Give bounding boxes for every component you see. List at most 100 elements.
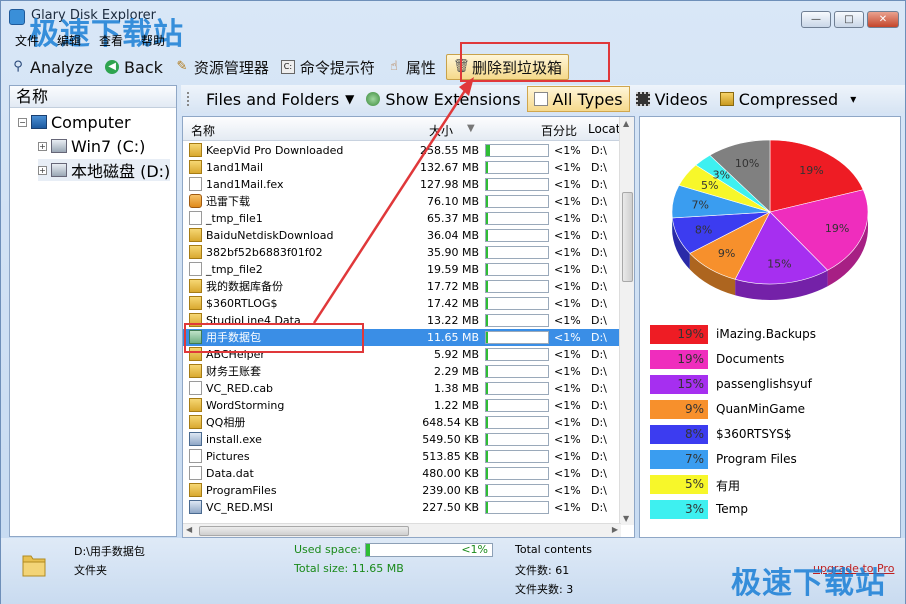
delete-to-trash-button[interactable]: 🗑 删除到垃圾箱 (445, 54, 569, 80)
table-row[interactable]: 迅雷下载 76.10 MB <1% D:\ (183, 193, 621, 210)
menu-file[interactable]: 文件 (15, 32, 39, 50)
table-row[interactable]: 1and1Mail 132.67 MB <1% D:\ (183, 159, 621, 176)
percent-bar (485, 263, 549, 276)
pie-slice-label: 8% (695, 224, 712, 237)
table-row[interactable]: QQ相册 648.54 KB <1% D:\ (183, 414, 621, 431)
drive-icon (51, 139, 67, 153)
legend-swatch: 3% (650, 500, 708, 519)
percent-bar-fill (486, 468, 488, 479)
table-row[interactable]: VC_RED.MSI 227.50 KB <1% D:\ (183, 499, 621, 516)
table-row[interactable]: 财务王账套 2.29 MB <1% D:\ (183, 363, 621, 380)
scroll-down-icon[interactable]: ▼ (623, 514, 629, 523)
expand-icon[interactable]: + (38, 165, 47, 175)
maximize-button[interactable]: □ (834, 11, 864, 28)
folder-count: 文件夹数: 3 (515, 583, 574, 596)
table-row[interactable]: ProgramFiles 239.00 KB <1% D:\ (183, 482, 621, 499)
file-name: 1and1Mail.fex (206, 178, 284, 191)
scroll-right-icon[interactable]: ▶ (612, 525, 618, 534)
tree-c-drive-label: Win7 (C:) (71, 136, 146, 156)
file-location: D:\ (591, 467, 607, 480)
sort-desc-icon: ▼ (467, 123, 475, 134)
file-name: StudioLine4 Data (206, 314, 301, 327)
pie-chart: 19%19%15%9%8%7%5%3%10% (671, 139, 869, 300)
table-row[interactable]: ABCHelper 5.92 MB <1% D:\ (183, 346, 621, 363)
table-row[interactable]: Pictures 513.85 KB <1% D:\ (183, 448, 621, 465)
menu-view[interactable]: 查看 (99, 32, 123, 50)
horizontal-scrollbar[interactable]: ◀ ▶ (183, 523, 621, 537)
file-size: 648.54 KB (422, 416, 479, 429)
table-row[interactable]: VC_RED.cab 1.38 MB <1% D:\ (183, 380, 621, 397)
percent-bar-fill (486, 502, 488, 513)
file-size: 513.85 KB (422, 450, 479, 463)
file-size: 1.22 MB (433, 399, 479, 412)
table-row[interactable]: _tmp_file1 65.37 MB <1% D:\ (183, 210, 621, 227)
file-percent: <1% (554, 331, 581, 344)
tree-item-d-drive[interactable]: + 本地磁盘 (D:) (38, 159, 171, 181)
files-and-folders-dropdown[interactable]: Files and Folders ▼ (181, 86, 360, 112)
folder-icon (189, 483, 202, 497)
file-icon (189, 177, 202, 191)
collapse-icon[interactable]: − (18, 117, 27, 127)
explorer-button[interactable]: ✎ 资源管理器 (169, 54, 275, 80)
legend-label: Documents (716, 352, 785, 366)
more-filters-button[interactable]: ▾ (844, 86, 862, 112)
column-name[interactable]: 名称 (191, 122, 215, 139)
properties-button[interactable]: ☝ 属性 (381, 54, 442, 80)
file-name: Pictures (206, 450, 250, 463)
file-percent: <1% (554, 433, 581, 446)
file-percent: <1% (554, 229, 581, 242)
table-row[interactable]: _tmp_file2 19.59 MB <1% D:\ (183, 261, 621, 278)
analyze-button[interactable]: ⚲ Analyze (5, 54, 99, 80)
videos-tab[interactable]: Videos (630, 86, 714, 112)
column-percent[interactable]: 百分比 (541, 122, 577, 139)
used-space-fill (366, 544, 370, 556)
folder-icon (189, 398, 202, 412)
vertical-scroll-thumb[interactable] (622, 192, 633, 282)
file-percent: <1% (554, 195, 581, 208)
file-icon (189, 466, 202, 480)
file-size: 239.00 KB (422, 484, 479, 497)
vertical-scrollbar[interactable]: ▲ ▼ (619, 117, 634, 525)
file-list: 名称 大小 ▼ 百分比 Locati KeepVid Pro Downloade… (182, 116, 635, 538)
table-row[interactable]: 用手数据包 11.65 MB <1% D:\ (183, 329, 621, 346)
back-button[interactable]: ◀ Back (99, 54, 169, 80)
tree-item-computer[interactable]: − Computer (18, 111, 131, 133)
table-row[interactable]: Data.dat 480.00 KB <1% D:\ (183, 465, 621, 482)
tree-computer-label: Computer (51, 112, 131, 132)
menu-edit[interactable]: 编辑 (57, 32, 81, 50)
menu-help[interactable]: 帮助 (141, 32, 165, 50)
compressed-tab[interactable]: Compressed (714, 86, 844, 112)
used-space-label: Used space: (294, 543, 362, 556)
table-row[interactable]: StudioLine4 Data 13.22 MB <1% D:\ (183, 312, 621, 329)
back-label: Back (124, 57, 163, 77)
file-name: 1and1Mail (206, 161, 264, 174)
horizontal-scroll-thumb[interactable] (199, 526, 409, 536)
tree-item-c-drive[interactable]: + Win7 (C:) (38, 135, 145, 157)
show-extensions-button[interactable]: Show Extensions (360, 86, 526, 112)
file-location: D:\ (591, 365, 607, 378)
file-size: 11.65 MB (426, 331, 479, 344)
table-row[interactable]: install.exe 549.50 KB <1% D:\ (183, 431, 621, 448)
file-icon (189, 449, 202, 463)
table-row[interactable]: 我的数据库备份 17.72 MB <1% D:\ (183, 278, 621, 295)
file-size: 132.67 MB (419, 161, 479, 174)
scroll-up-icon[interactable]: ▲ (623, 119, 629, 128)
scroll-left-icon[interactable]: ◀ (186, 525, 192, 534)
percent-bar (485, 280, 549, 293)
table-row[interactable]: WordStorming 1.22 MB <1% D:\ (183, 397, 621, 414)
expand-icon[interactable]: + (38, 141, 47, 151)
table-row[interactable]: $360RTLOG$ 17.42 MB <1% D:\ (183, 295, 621, 312)
column-size[interactable]: 大小 (429, 122, 453, 139)
magnifier-icon: ⚲ (13, 59, 23, 74)
all-types-tab[interactable]: All Types (526, 86, 630, 112)
file-size: 549.50 KB (422, 433, 479, 446)
table-row[interactable]: 382bf52b6883f01f02 35.90 MB <1% D:\ (183, 244, 621, 261)
close-button[interactable]: ✕ (867, 11, 899, 28)
table-row[interactable]: BaiduNetdiskDownload 36.04 MB <1% D:\ (183, 227, 621, 244)
percent-bar-fill (486, 281, 488, 292)
table-row[interactable]: 1and1Mail.fex 127.98 MB <1% D:\ (183, 176, 621, 193)
table-row[interactable]: KeepVid Pro Downloaded 258.55 MB <1% D:\ (183, 142, 621, 159)
command-prompt-button[interactable]: C: 命令提示符 (275, 54, 381, 80)
minimize-button[interactable]: — (801, 11, 831, 28)
pie-slice-label: 19% (799, 164, 823, 177)
